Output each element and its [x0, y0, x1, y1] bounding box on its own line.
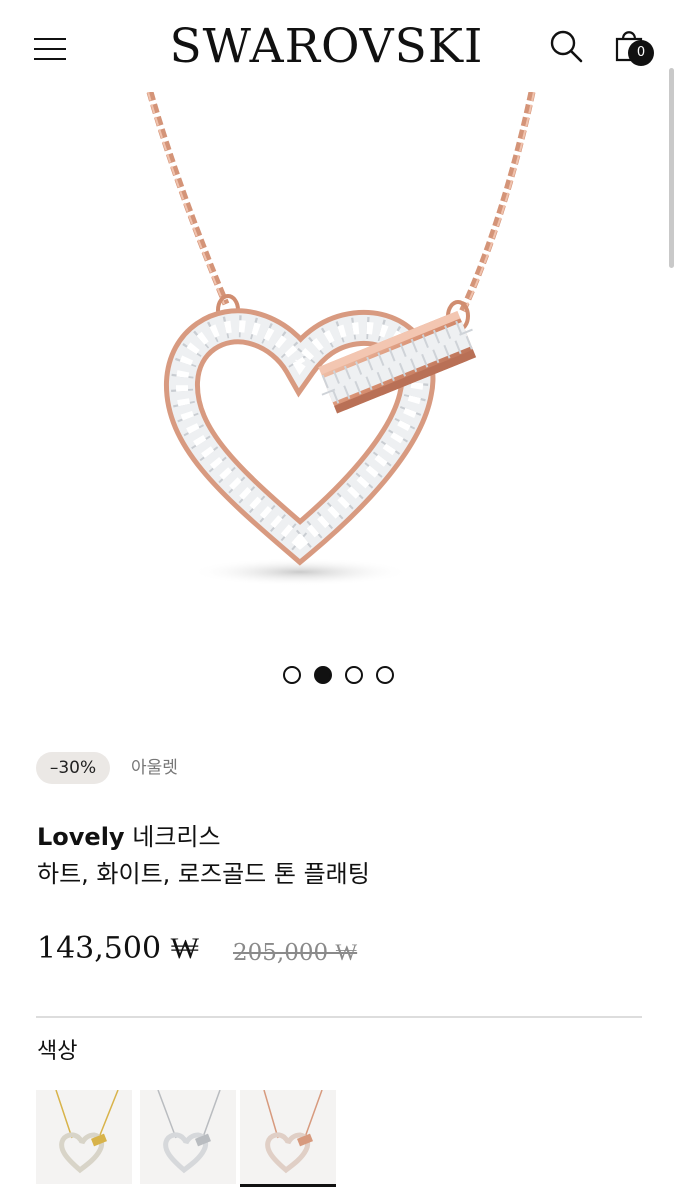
header: SWAROVSKI 0: [0, 0, 679, 92]
carousel-dots: [283, 666, 399, 686]
product-name: Lovely: [37, 823, 125, 851]
category-label: 아울렛: [131, 758, 178, 778]
sale-price: 143,500 ₩: [37, 931, 199, 966]
cart-count-badge: 0: [628, 40, 654, 66]
search-icon[interactable]: [548, 28, 584, 64]
selected-swatch-indicator: [240, 1184, 336, 1187]
color-swatch-gold[interactable]: [36, 1090, 132, 1184]
color-swatch-rhodium[interactable]: [140, 1090, 236, 1184]
discount-badge: –30%: [36, 752, 110, 784]
color-swatch-rose-gold[interactable]: [240, 1090, 336, 1184]
carousel-dot[interactable]: [376, 666, 394, 684]
color-section-label: 색상: [37, 1039, 78, 1064]
product-hero-image[interactable]: [0, 92, 679, 652]
swatch-rose-gold-image: [263, 1090, 323, 1174]
product-title: Lovely 네크리스: [37, 820, 221, 854]
divider: [36, 1016, 642, 1018]
product-subtitle: 하트, 화이트, 로즈골드 톤 플래팅: [37, 860, 370, 888]
menu-icon[interactable]: [34, 36, 66, 62]
carousel-dot[interactable]: [283, 666, 301, 684]
carousel-dot-active[interactable]: [314, 666, 332, 684]
brand-logo[interactable]: SWAROVSKI: [164, 16, 489, 78]
product-type: 네크리스: [132, 823, 221, 851]
original-price: 205,000 ₩: [233, 940, 358, 966]
carousel-dot[interactable]: [345, 666, 363, 684]
swatch-rhodium-image: [157, 1090, 221, 1174]
swatch-gold-image: [55, 1090, 119, 1174]
